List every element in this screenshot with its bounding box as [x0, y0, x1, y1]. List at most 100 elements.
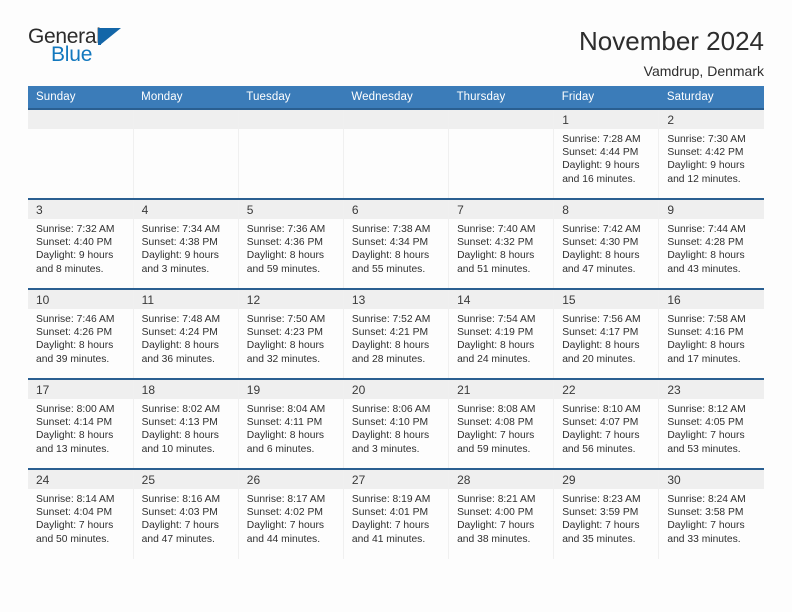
daylight-text-line1: Daylight: 8 hours [246, 430, 325, 442]
calendar-week-row: 1 Sunrise: 7:28 AM Sunset: 4:44 PM Daylight… [28, 108, 764, 199]
calendar-day-cell[interactable]: 17 Sunrise: 8:00 AM Sunset: 4:14 PM Dayligh… [28, 378, 134, 469]
day-detail-body: Sunrise: 7:48 AM Sunset: 4:24 PM Daylight:… [133, 309, 238, 378]
day-detail-body: Sunrise: 8:19 AM Sunset: 4:01 PM Daylight:… [343, 489, 449, 558]
daylight-text-line1: Daylight: 8 hours [36, 430, 114, 442]
day-number: 9 [659, 200, 764, 219]
sunset-text: Sunset: 4:05 PM [667, 417, 744, 429]
calendar-day-cell[interactable]: 7 Sunrise: 7:40 AM Sunset: 4:32 PM Daylight… [448, 198, 555, 289]
calendar-day-cell[interactable]: 25 Sunrise: 8:16 AM Sunset: 4:03 PM Dayligh… [133, 468, 239, 559]
daylight-text-line2: and 56 minutes. [562, 443, 636, 455]
day-detail-body: Sunrise: 8:23 AM Sunset: 3:59 PM Daylight:… [554, 489, 659, 558]
calendar-day-cell[interactable]: 30 Sunrise: 8:24 AM Sunset: 3:58 PM Dayligh… [658, 468, 764, 559]
daylight-text-line1: Daylight: 8 hours [351, 250, 430, 262]
day-detail-body: Sunrise: 7:58 AM Sunset: 4:16 PM Daylight:… [659, 309, 764, 378]
daylight-text-line2: and 32 minutes. [246, 353, 321, 365]
weekday-header-monday: Monday [133, 86, 239, 109]
sunrise-text: Sunrise: 8:08 AM [457, 404, 536, 415]
calendar-day-cell[interactable]: 1 Sunrise: 7:28 AM Sunset: 4:44 PM Daylight… [553, 108, 660, 199]
day-number: 2 [659, 110, 764, 129]
daylight-text-line2: and 6 minutes. [246, 443, 315, 455]
calendar-day-cell[interactable]: 8 Sunrise: 7:42 AM Sunset: 4:30 PM Daylight… [553, 198, 660, 289]
day-detail-body [28, 129, 133, 198]
daylight-text-line2: and 20 minutes. [562, 353, 636, 365]
calendar-day-cell[interactable]: 15 Sunrise: 7:56 AM Sunset: 4:17 PM Dayligh… [553, 288, 660, 379]
day-number: 14 [449, 290, 554, 309]
day-number: 28 [449, 470, 554, 489]
calendar-day-cell[interactable]: 22 Sunrise: 8:10 AM Sunset: 4:07 PM Dayligh… [553, 378, 660, 469]
daylight-text-line2: and 33 minutes. [667, 533, 741, 545]
calendar-day-cell-empty [238, 108, 344, 199]
calendar-day-cell[interactable]: 27 Sunrise: 8:19 AM Sunset: 4:01 PM Dayligh… [343, 468, 450, 559]
calendar-day-cell[interactable]: 24 Sunrise: 8:14 AM Sunset: 4:04 PM Dayligh… [28, 468, 134, 559]
general-blue-logo[interactable]: General Blue [28, 26, 148, 72]
day-detail-body: Sunrise: 8:10 AM Sunset: 4:07 PM Daylight:… [554, 399, 659, 468]
sunset-text: Sunset: 4:21 PM [351, 327, 429, 339]
calendar-day-cell[interactable]: 29 Sunrise: 8:23 AM Sunset: 3:59 PM Dayligh… [553, 468, 660, 559]
sunset-text: Sunset: 4:10 PM [351, 417, 429, 429]
calendar-day-cell[interactable]: 21 Sunrise: 8:08 AM Sunset: 4:08 PM Dayligh… [448, 378, 555, 469]
sunrise-text: Sunrise: 7:30 AM [667, 134, 746, 145]
daylight-text-line2: and 12 minutes. [667, 173, 741, 185]
sunrise-text: Sunrise: 8:16 AM [141, 494, 221, 505]
calendar-day-cell[interactable]: 26 Sunrise: 8:17 AM Sunset: 4:02 PM Dayligh… [238, 468, 344, 559]
calendar-day-cell[interactable]: 3 Sunrise: 7:32 AM Sunset: 4:40 PM Daylight… [28, 198, 134, 289]
sunrise-text: Sunrise: 7:56 AM [562, 314, 641, 325]
daylight-text-line1: Daylight: 8 hours [246, 340, 325, 352]
calendar-day-cell-empty [343, 108, 450, 199]
day-detail-body: Sunrise: 8:12 AM Sunset: 4:05 PM Daylight:… [659, 399, 764, 468]
daylight-text-line1: Daylight: 7 hours [562, 520, 640, 532]
calendar-day-cell-empty [28, 108, 134, 199]
sunrise-text: Sunrise: 8:04 AM [246, 404, 326, 415]
calendar-day-cell[interactable]: 18 Sunrise: 8:02 AM Sunset: 4:13 PM Dayligh… [133, 378, 239, 469]
sunrise-text: Sunrise: 7:46 AM [36, 314, 115, 325]
weekday-header-wednesday: Wednesday [343, 86, 449, 109]
sunset-text: Sunset: 4:02 PM [246, 507, 323, 519]
calendar-day-cell[interactable]: 16 Sunrise: 7:58 AM Sunset: 4:16 PM Dayligh… [658, 288, 764, 379]
calendar-week-row: 17 Sunrise: 8:00 AM Sunset: 4:14 PM Dayligh… [28, 378, 764, 469]
calendar-day-cell[interactable]: 12 Sunrise: 7:50 AM Sunset: 4:23 PM Dayligh… [238, 288, 344, 379]
location-subtitle: Vamdrup, Denmark [643, 63, 764, 79]
day-number [238, 110, 343, 129]
calendar-day-cell[interactable]: 19 Sunrise: 8:04 AM Sunset: 4:11 PM Dayligh… [238, 378, 344, 469]
sunrise-text: Sunrise: 7:44 AM [667, 224, 746, 235]
sunrise-text: Sunrise: 8:12 AM [667, 404, 746, 415]
calendar-day-cell[interactable]: 6 Sunrise: 7:38 AM Sunset: 4:34 PM Daylight… [343, 198, 450, 289]
day-detail-body [343, 129, 449, 198]
sunset-text: Sunset: 4:36 PM [246, 237, 323, 249]
day-detail-body: Sunrise: 7:52 AM Sunset: 4:21 PM Daylight:… [343, 309, 449, 378]
sunset-text: Sunset: 3:58 PM [667, 507, 744, 519]
sunset-text: Sunset: 4:28 PM [667, 237, 744, 249]
calendar-day-cell[interactable]: 20 Sunrise: 8:06 AM Sunset: 4:10 PM Dayligh… [343, 378, 450, 469]
daylight-text-line1: Daylight: 9 hours [141, 250, 219, 262]
sunrise-text: Sunrise: 8:06 AM [351, 404, 431, 415]
day-detail-body: Sunrise: 7:56 AM Sunset: 4:17 PM Daylight:… [554, 309, 659, 378]
day-detail-body: Sunrise: 8:24 AM Sunset: 3:58 PM Daylight:… [659, 489, 764, 558]
calendar-day-cell[interactable]: 28 Sunrise: 8:21 AM Sunset: 4:00 PM Dayligh… [448, 468, 555, 559]
daylight-text-line2: and 39 minutes. [36, 353, 110, 365]
day-number: 3 [28, 200, 133, 219]
weekday-header-saturday: Saturday [658, 86, 764, 109]
daylight-text-line2: and 38 minutes. [457, 533, 531, 545]
sunset-text: Sunset: 4:42 PM [667, 147, 744, 159]
sunrise-text: Sunrise: 8:19 AM [351, 494, 431, 505]
calendar-day-cell[interactable]: 23 Sunrise: 8:12 AM Sunset: 4:05 PM Dayligh… [658, 378, 764, 469]
calendar-day-cell[interactable]: 9 Sunrise: 7:44 AM Sunset: 4:28 PM Daylight… [658, 198, 764, 289]
sunset-text: Sunset: 4:19 PM [457, 327, 534, 339]
calendar-day-cell[interactable]: 2 Sunrise: 7:30 AM Sunset: 4:42 PM Daylight… [658, 108, 764, 199]
sunset-text: Sunset: 4:40 PM [36, 237, 113, 249]
daylight-text-line2: and 43 minutes. [667, 263, 741, 275]
sunrise-text: Sunrise: 7:58 AM [667, 314, 746, 325]
calendar-day-cell[interactable]: 11 Sunrise: 7:48 AM Sunset: 4:24 PM Dayligh… [133, 288, 239, 379]
weekday-header-row: Sunday Monday Tuesday Wednesday Thursday… [28, 86, 764, 109]
day-number: 5 [238, 200, 343, 219]
calendar-day-cell[interactable]: 14 Sunrise: 7:54 AM Sunset: 4:19 PM Dayligh… [448, 288, 555, 379]
calendar-day-cell[interactable]: 5 Sunrise: 7:36 AM Sunset: 4:36 PM Daylight… [238, 198, 344, 289]
calendar-day-cell[interactable]: 10 Sunrise: 7:46 AM Sunset: 4:26 PM Dayligh… [28, 288, 134, 379]
calendar-page: General Blue November 2024 Vamdrup, Denm… [0, 0, 792, 612]
calendar-day-cell[interactable]: 4 Sunrise: 7:34 AM Sunset: 4:38 PM Daylight… [133, 198, 239, 289]
daylight-text-line1: Daylight: 8 hours [141, 340, 219, 352]
calendar-day-cell[interactable]: 13 Sunrise: 7:52 AM Sunset: 4:21 PM Dayligh… [343, 288, 450, 379]
day-detail-body [133, 129, 238, 198]
sunset-text: Sunset: 4:23 PM [246, 327, 323, 339]
day-number: 19 [238, 380, 343, 399]
